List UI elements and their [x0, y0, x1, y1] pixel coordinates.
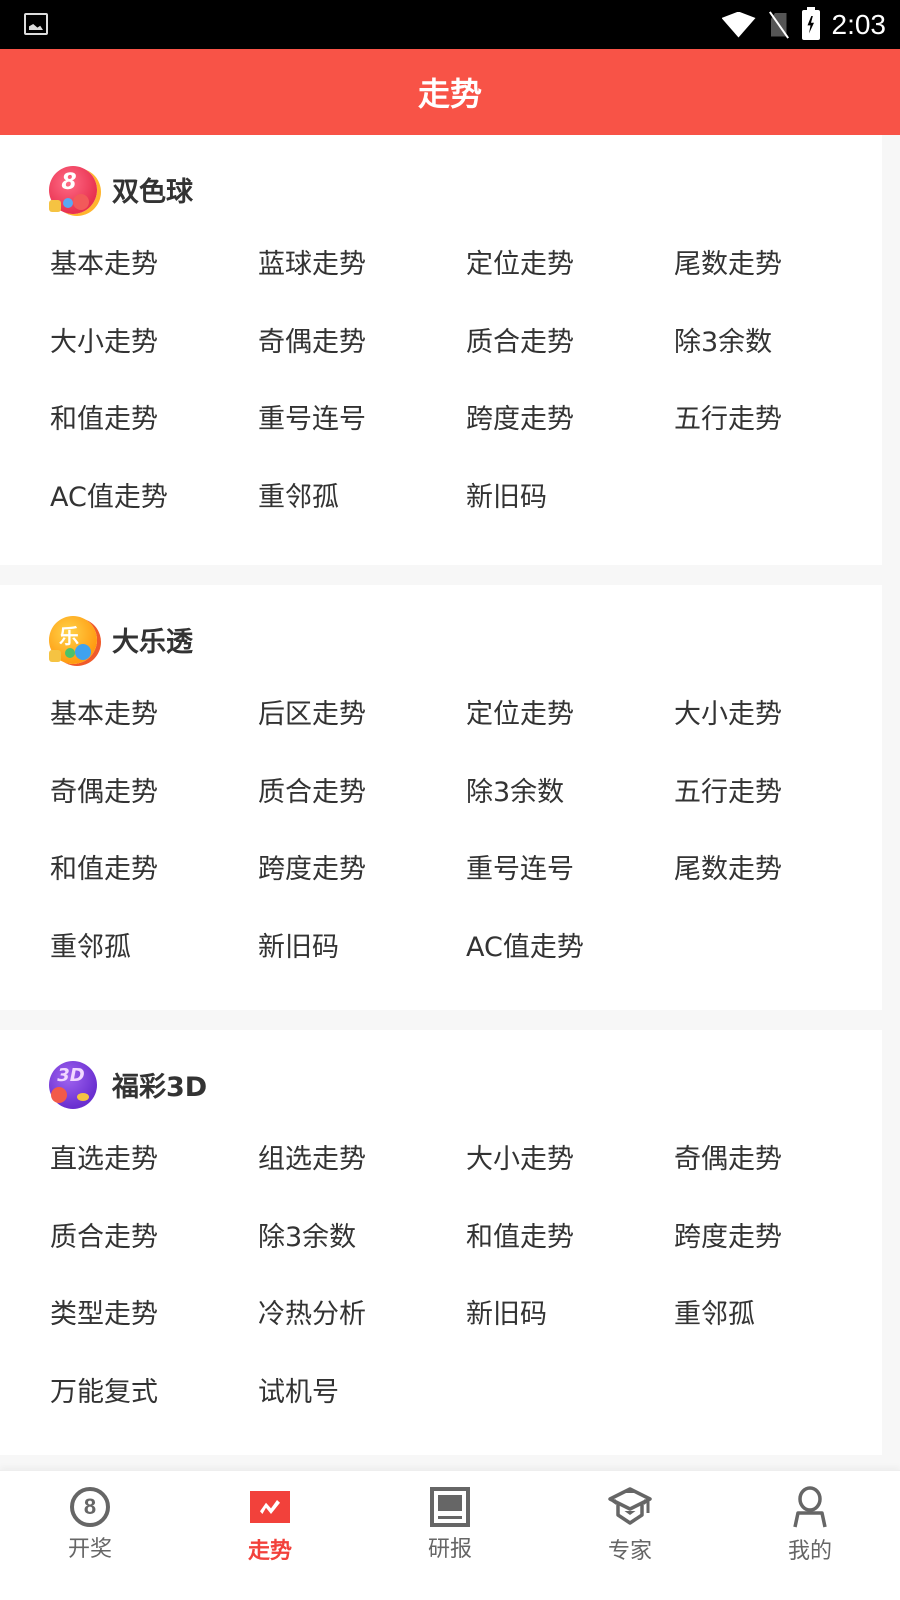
trend-item[interactable]: 重邻孤	[674, 1290, 882, 1368]
trend-item[interactable]: 试机号	[258, 1368, 466, 1446]
trend-item[interactable]: 质合走势	[50, 1213, 258, 1291]
status-bar: 2:03	[0, 0, 900, 49]
trend-item[interactable]: 跨度走势	[466, 395, 674, 473]
trend-item[interactable]: 除3余数	[258, 1213, 466, 1291]
trend-item[interactable]: 定位走势	[466, 690, 674, 768]
section-3d: 3D 福彩3D 直选走势 组选走势 大小走势 奇偶走势 质合走势 除3余数 和值…	[0, 1030, 882, 1455]
bottom-tab-bar: 8 开奖 走势 研报 专家 我的	[0, 1470, 900, 1600]
trend-item[interactable]: 重号连号	[466, 845, 674, 923]
lottery-3d-icon: 3D	[49, 1060, 97, 1109]
trend-item[interactable]: 和值走势	[50, 845, 258, 923]
user-icon	[788, 1485, 832, 1529]
blue-ball-icon	[63, 197, 73, 208]
trend-item[interactable]: 直选走势	[50, 1135, 258, 1213]
trend-item[interactable]: 奇偶走势	[258, 318, 466, 396]
trend-list[interactable]: 8 双色球 基本走势 蓝球走势 定位走势 尾数走势 大小走势 奇偶走势 质合走势…	[0, 135, 900, 1470]
red-ball-icon	[51, 1086, 67, 1103]
page-title: 走势	[417, 75, 482, 113]
trend-item[interactable]: 重邻孤	[258, 473, 466, 551]
trend-item[interactable]: 尾数走势	[674, 240, 882, 318]
question-ball-icon	[75, 643, 91, 660]
trend-item[interactable]: 重号连号	[258, 395, 466, 473]
coin-icon	[49, 649, 61, 662]
tab-mine[interactable]: 我的	[720, 1471, 900, 1600]
trend-item[interactable]: 和值走势	[466, 1213, 674, 1291]
question-ball-icon	[73, 193, 89, 210]
section-header: 8 双色球	[0, 135, 882, 240]
tab-label: 专家	[607, 1539, 652, 1564]
trend-item[interactable]: 五行走势	[674, 768, 882, 846]
battery-charging-icon	[801, 6, 820, 40]
lottery-ssq-icon: 8	[49, 165, 97, 214]
status-time: 2:03	[831, 8, 887, 40]
trend-grid: 直选走势 组选走势 大小走势 奇偶走势 质合走势 除3余数 和值走势 跨度走势 …	[0, 1135, 882, 1455]
section-ssq: 8 双色球 基本走势 蓝球走势 定位走势 尾数走势 大小走势 奇偶走势 质合走势…	[0, 135, 882, 565]
trend-item[interactable]: AC值走势	[466, 923, 674, 1001]
trend-grid: 基本走势 蓝球走势 定位走势 尾数走势 大小走势 奇偶走势 质合走势 除3余数 …	[0, 240, 882, 565]
trend-item[interactable]: 新旧码	[258, 923, 466, 1001]
trend-item[interactable]: 组选走势	[258, 1135, 466, 1213]
tab-draw-results[interactable]: 8 开奖	[0, 1471, 180, 1600]
trend-item[interactable]: 新旧码	[466, 1290, 674, 1368]
trend-item[interactable]: 大小走势	[466, 1135, 674, 1213]
tab-label: 研报	[427, 1537, 472, 1562]
tab-expert[interactable]: 专家	[540, 1471, 720, 1600]
tab-label: 开奖	[67, 1537, 112, 1562]
yellow-leaf-icon	[77, 1092, 89, 1101]
no-sim-icon	[768, 11, 790, 39]
trend-item[interactable]: 新旧码	[466, 473, 674, 551]
trend-item[interactable]: 冷热分析	[258, 1290, 466, 1368]
section-title: 双色球	[112, 177, 193, 208]
icon-glyph: 3D	[57, 1064, 85, 1086]
app-bar: 走势	[0, 49, 900, 135]
trend-item[interactable]: 后区走势	[258, 690, 466, 768]
green-ball-icon	[65, 647, 75, 658]
trend-item[interactable]: 大小走势	[50, 318, 258, 396]
section-title: 福彩3D	[112, 1072, 208, 1103]
trend-item[interactable]: 定位走势	[466, 240, 674, 318]
trend-item[interactable]: 基本走势	[50, 690, 258, 768]
tab-label: 走势	[247, 1539, 292, 1564]
coin-icon	[49, 199, 61, 212]
section-title: 大乐透	[112, 627, 193, 658]
trend-item[interactable]: 蓝球走势	[258, 240, 466, 318]
gallery-icon	[24, 13, 48, 35]
trend-item[interactable]: 尾数走势	[674, 845, 882, 923]
trend-item[interactable]: 奇偶走势	[674, 1135, 882, 1213]
wifi-icon	[721, 11, 756, 38]
section-dlt: 乐 大乐透 基本走势 后区走势 定位走势 大小走势 奇偶走势 质合走势 除3余数…	[0, 585, 882, 1010]
trend-item[interactable]: 五行走势	[674, 395, 882, 473]
trend-chart-icon	[250, 1491, 290, 1523]
trend-grid: 基本走势 后区走势 定位走势 大小走势 奇偶走势 质合走势 除3余数 五行走势 …	[0, 690, 882, 1010]
section-header: 乐 大乐透	[0, 585, 882, 690]
icon-glyph: 8	[61, 169, 77, 195]
graduation-cap-icon	[608, 1485, 652, 1529]
trend-item[interactable]: 万能复式	[50, 1368, 258, 1446]
trend-item[interactable]: 质合走势	[466, 318, 674, 396]
tab-trend[interactable]: 走势	[180, 1471, 360, 1600]
trend-item[interactable]: 质合走势	[258, 768, 466, 846]
trend-item[interactable]: 奇偶走势	[50, 768, 258, 846]
tab-label: 我的	[787, 1539, 832, 1564]
trend-item[interactable]: 和值走势	[50, 395, 258, 473]
trend-item[interactable]: 跨度走势	[674, 1213, 882, 1291]
trend-item[interactable]: 跨度走势	[258, 845, 466, 923]
report-icon	[430, 1487, 470, 1527]
trend-item[interactable]: AC值走势	[50, 473, 258, 551]
trend-item[interactable]: 基本走势	[50, 240, 258, 318]
trend-item[interactable]: 类型走势	[50, 1290, 258, 1368]
trend-item[interactable]: 除3余数	[466, 768, 674, 846]
trend-item[interactable]: 除3余数	[674, 318, 882, 396]
trend-item[interactable]: 大小走势	[674, 690, 882, 768]
trend-item[interactable]: 重邻孤	[50, 923, 258, 1001]
lottery-dlt-icon: 乐	[49, 615, 97, 664]
lottery-ball-icon: 8	[70, 1487, 110, 1527]
tab-report[interactable]: 研报	[360, 1471, 540, 1600]
section-header: 3D 福彩3D	[0, 1030, 882, 1135]
